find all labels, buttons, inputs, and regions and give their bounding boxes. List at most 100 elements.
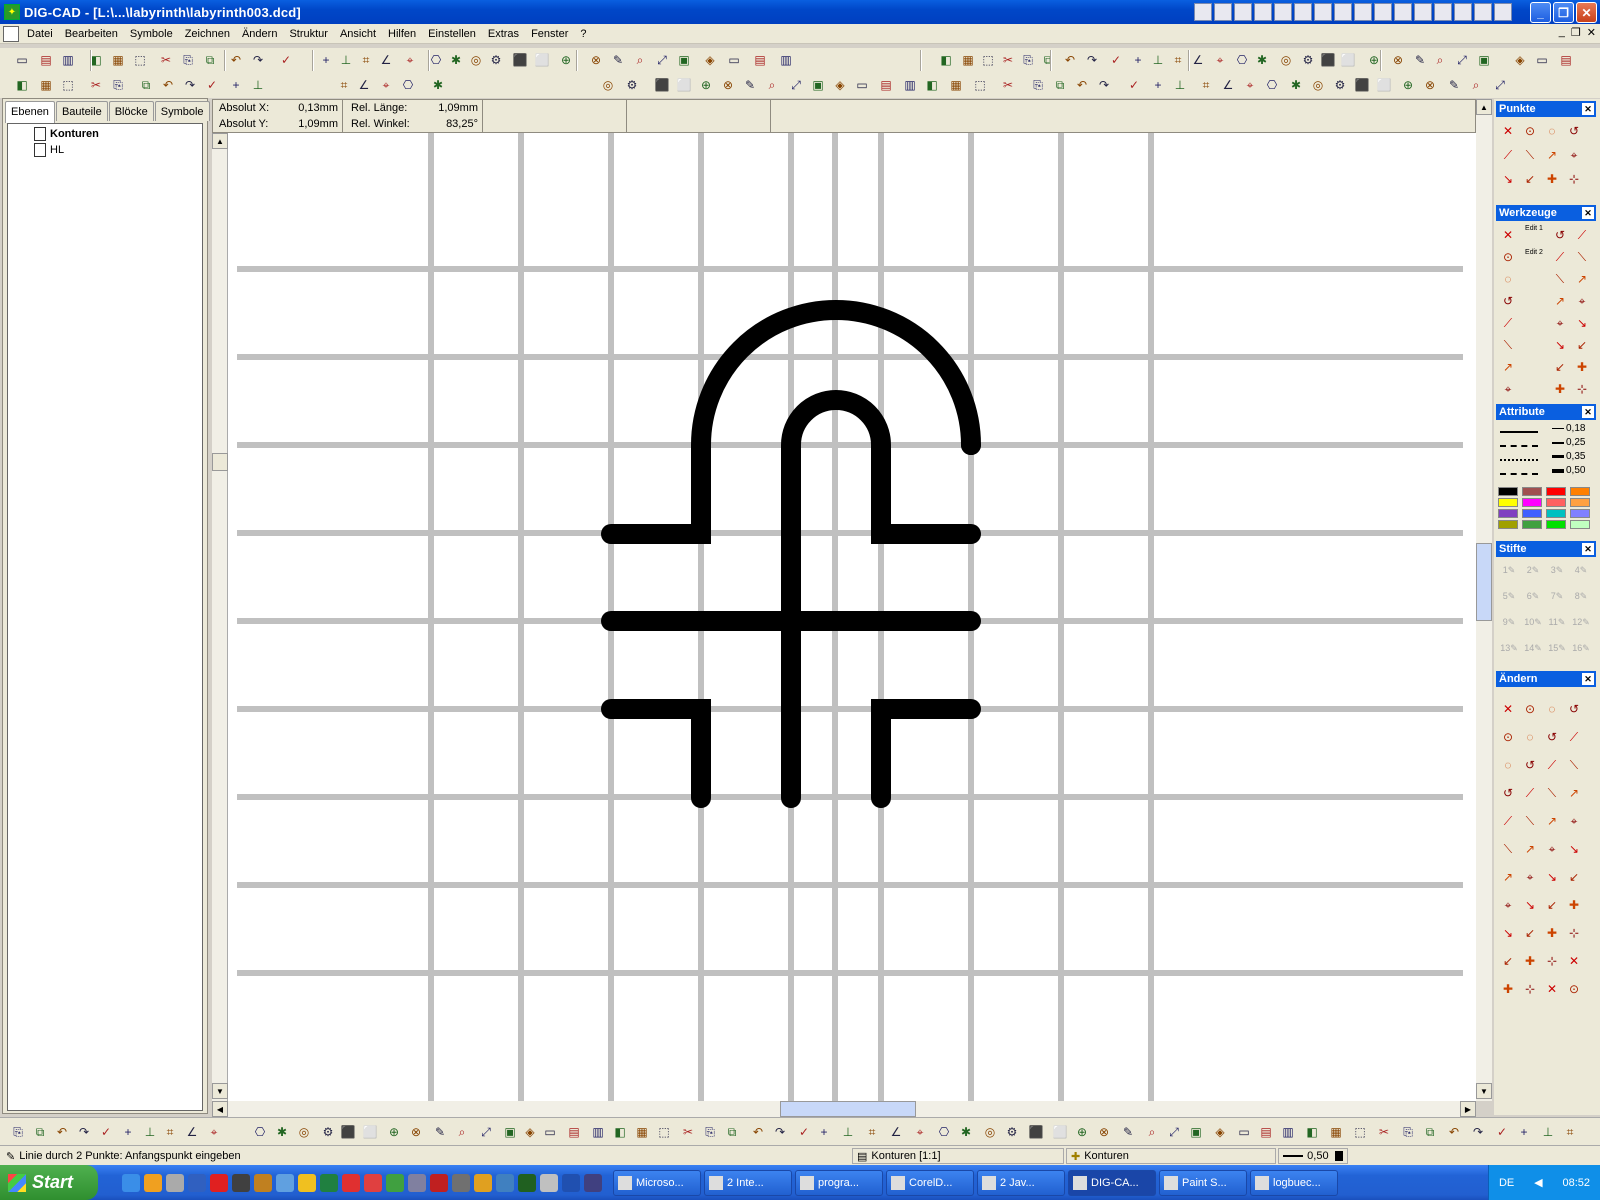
toolbar-button-icon[interactable]: ▤ [36, 51, 56, 69]
menu-symbole[interactable]: Symbole [124, 24, 179, 44]
toolbar-button-icon[interactable]: ⎘ [1398, 1123, 1418, 1141]
tray-icon[interactable] [1274, 3, 1292, 21]
color-swatch[interactable] [1498, 520, 1518, 529]
color-swatch[interactable] [1498, 487, 1518, 496]
quick-launch-icon[interactable] [210, 1173, 228, 1192]
quick-launch-icon[interactable] [122, 1173, 140, 1192]
toolbar-button-icon[interactable]: ▦ [946, 76, 966, 94]
toolbar-button-icon[interactable]: ⚙ [1298, 51, 1318, 69]
toolbar-button-icon[interactable]: ◧ [936, 51, 956, 69]
toolbar-button-icon[interactable]: ↷ [1094, 76, 1114, 94]
toolbar-button-icon[interactable]: ✂ [156, 51, 176, 69]
menu-fenster[interactable]: Fenster [525, 24, 574, 44]
language-indicator[interactable]: DE [1499, 1177, 1514, 1189]
toolbar-button-icon[interactable]: ⬛ [1318, 51, 1338, 69]
tool-icon[interactable]: ◌ [1542, 121, 1562, 141]
tab-bauteile[interactable]: Bauteile [55, 101, 108, 121]
toolbar-button-icon[interactable]: ⤢ [476, 1123, 496, 1141]
quick-launch-icon[interactable] [518, 1173, 536, 1192]
toolbar-button-icon[interactable]: ✱ [428, 76, 448, 94]
toolbar-button-icon[interactable]: ⬚ [130, 51, 150, 69]
toolbar-button-icon[interactable]: ⌕ [1142, 1123, 1162, 1141]
scroll-up-icon[interactable]: ▲ [1476, 99, 1492, 115]
edit-2-icon[interactable]: Edit 2 [1524, 249, 1544, 256]
toolbar-button-icon[interactable]: ⬜ [1050, 1123, 1070, 1141]
tray-icon[interactable] [1354, 3, 1372, 21]
color-swatch[interactable] [1570, 487, 1590, 496]
scroll-thumb[interactable] [212, 453, 228, 471]
toolbar-button-icon[interactable]: ✱ [1252, 51, 1272, 69]
quick-launch-icon[interactable] [166, 1173, 184, 1192]
toolbar-button-icon[interactable]: ✓ [1492, 1123, 1512, 1141]
toolbar-button-icon[interactable]: ✓ [96, 1123, 116, 1141]
task-button[interactable]: progra... [795, 1169, 883, 1196]
pen-slot[interactable]: 3 ✎ [1546, 559, 1568, 581]
maximize-icon[interactable]: ❐ [1553, 2, 1574, 23]
tool-icon[interactable]: ✚ [1542, 923, 1562, 943]
toolbar-button-icon[interactable]: ⌕ [452, 1123, 472, 1141]
quick-launch-icon[interactable] [320, 1173, 338, 1192]
mdi-minimize-icon[interactable]: _ [1559, 26, 1565, 39]
toolbar-button-icon[interactable]: ◎ [598, 76, 618, 94]
toolbar-button-icon[interactable]: ∠ [354, 76, 374, 94]
tool-icon[interactable]: ↗ [1572, 269, 1592, 289]
toolbar-button-icon[interactable]: ▥ [1278, 1123, 1298, 1141]
tool-icon[interactable]: ↙ [1520, 169, 1540, 189]
toolbar-button-icon[interactable]: ⧉ [722, 1123, 742, 1141]
toolbar-button-icon[interactable]: ▦ [108, 51, 128, 69]
tool-icon[interactable]: ✚ [1572, 357, 1592, 377]
toolbar-button-icon[interactable]: ⎔ [250, 1123, 270, 1141]
toolbar-button-icon[interactable]: ⤢ [1490, 76, 1510, 94]
toolbar-button-icon[interactable]: ⚙ [1330, 76, 1350, 94]
toolbar-button-icon[interactable]: ▭ [852, 76, 872, 94]
scroll-up-icon[interactable]: ▲ [212, 133, 228, 149]
toolbar-button-icon[interactable]: + [1514, 1123, 1534, 1141]
toolbar-button-icon[interactable]: ✎ [430, 1123, 450, 1141]
tool-icon[interactable]: ◌ [1542, 699, 1562, 719]
toolbar-button-icon[interactable]: ⎘ [1028, 76, 1048, 94]
status-layer[interactable]: ✚ Konturen [1066, 1148, 1276, 1164]
tray-icon[interactable] [1334, 3, 1352, 21]
toolbar-button-icon[interactable]: ⚙ [622, 76, 642, 94]
toolbar-button-icon[interactable]: ⌖ [1210, 51, 1230, 69]
quick-launch-icon[interactable] [430, 1173, 448, 1192]
toolbar-button-icon[interactable]: ⬛ [510, 51, 530, 69]
tool-icon[interactable]: ↺ [1498, 783, 1518, 803]
scroll-thumb[interactable] [780, 1101, 916, 1117]
toolbar-button-icon[interactable]: ▭ [1234, 1123, 1254, 1141]
left-vertical-scrollbar[interactable]: ▲ ▼ [212, 133, 228, 1101]
task-button[interactable]: CorelD... [886, 1169, 974, 1196]
toolbar-button-icon[interactable]: ⊗ [1388, 51, 1408, 69]
tool-icon[interactable]: ↺ [1564, 699, 1584, 719]
tool-icon[interactable]: ◌ [1498, 755, 1518, 775]
close-icon[interactable]: ✕ [1582, 673, 1594, 685]
tool-icon[interactable]: ⊙ [1498, 247, 1518, 267]
toolbar-button-icon[interactable]: ⬜ [674, 76, 694, 94]
toolbar-button-icon[interactable]: ⌗ [1168, 51, 1188, 69]
toolbar-button-icon[interactable]: ⧉ [1420, 1123, 1440, 1141]
color-swatch[interactable] [1522, 520, 1542, 529]
document-icon[interactable] [3, 25, 19, 42]
tool-icon[interactable]: ⟋ [1572, 225, 1592, 245]
toolbar-button-icon[interactable]: ⊕ [696, 76, 716, 94]
toolbar-button-icon[interactable]: ▦ [958, 51, 978, 69]
tool-icon[interactable]: ↙ [1564, 867, 1584, 887]
scroll-right-icon[interactable]: ▶ [1460, 1101, 1476, 1117]
tool-icon[interactable]: ⊹ [1542, 951, 1562, 971]
color-swatch[interactable] [1522, 509, 1542, 518]
tool-icon[interactable]: ⊙ [1564, 979, 1584, 999]
tool-icon[interactable]: ↺ [1520, 755, 1540, 775]
toolbar-button-icon[interactable]: ↷ [180, 76, 200, 94]
tray-icon[interactable] [1494, 3, 1512, 21]
tool-icon[interactable]: ⌖ [1564, 145, 1584, 165]
toolbar-button-icon[interactable]: ◎ [1308, 76, 1328, 94]
toolbar-button-icon[interactable]: ▤ [876, 76, 896, 94]
tool-icon[interactable]: ◌ [1520, 727, 1540, 747]
close-icon[interactable]: ✕ [1582, 543, 1594, 555]
toolbar-button-icon[interactable]: ↷ [248, 51, 268, 69]
toolbar-button-icon[interactable]: ⊥ [1538, 1123, 1558, 1141]
toolbar-button-icon[interactable]: ⬚ [1350, 1123, 1370, 1141]
status-linewidth[interactable]: 0,50 [1278, 1148, 1348, 1164]
tool-icon[interactable]: ✕ [1498, 225, 1518, 245]
quick-launch-icon[interactable] [364, 1173, 382, 1192]
